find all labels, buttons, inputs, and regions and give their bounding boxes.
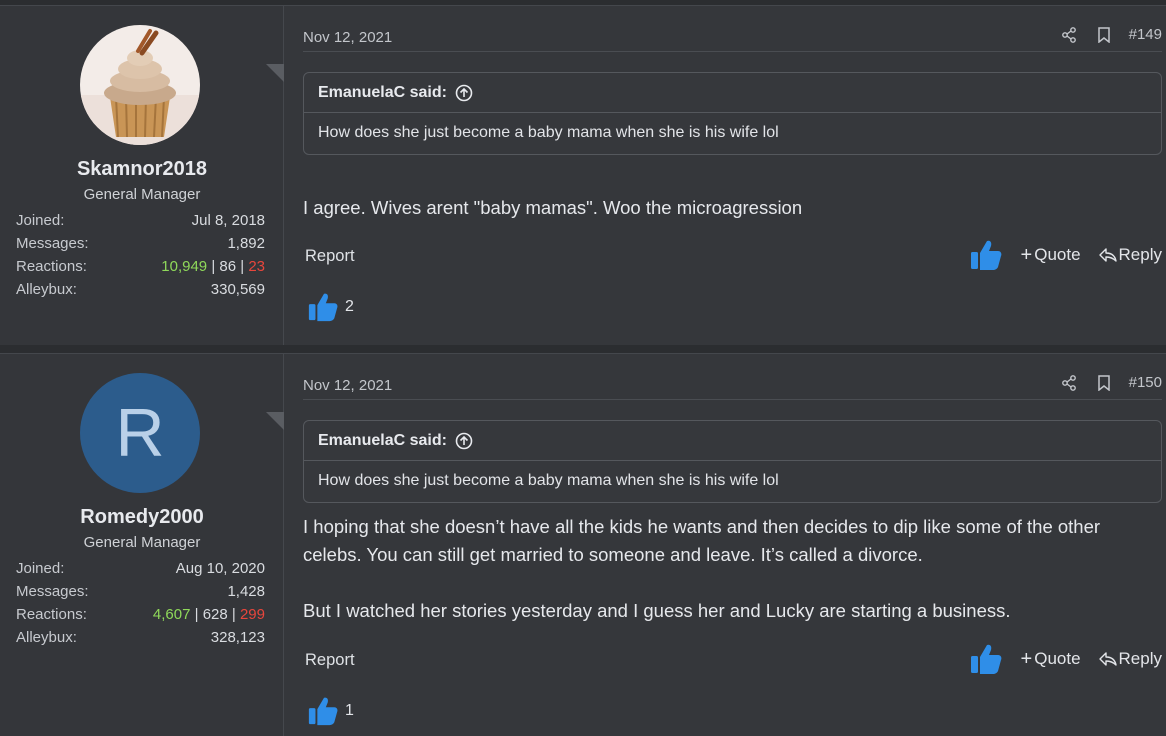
user-info-panel: R Romedy2000 General Manager Joined: Aug… [0,354,284,736]
like-reaction-icon [308,293,338,322]
stat-value: Aug 10, 2020 [175,560,265,577]
quote-header: EmanuelaC said: [304,421,1161,461]
reply-label: Reply [1118,245,1162,264]
post-paragraph: I agree. Wives arent "baby mamas". Woo t… [303,197,803,218]
post-pointer-arrow [266,412,284,430]
quote-author[interactable]: EmanuelaC said: [318,421,447,461]
quote-block: EmanuelaC said: How does she just become… [303,72,1162,155]
post-number[interactable]: #149 [1129,26,1162,43]
stat-value: 328,123 [210,629,265,646]
reaction-count: 1 [345,702,354,719]
post-149: Skamnor2018 General Manager Joined: Jul … [0,5,1166,345]
user-stats: Joined: Jul 8, 2018 Messages: 1,892 Reac… [16,212,265,304]
avatar[interactable] [80,25,200,145]
quote-label: Quote [1034,649,1081,668]
stat-label: Alleybux: [16,629,77,646]
stat-messages: Messages: 1,428 [16,583,265,606]
avatar[interactable]: R [80,373,200,493]
post-date[interactable]: Nov 12, 2021 [303,377,392,394]
reply-icon [1098,248,1117,262]
quote-text: How does she just become a baby mama whe… [318,124,779,141]
arrow-up-circle-icon[interactable] [455,432,473,450]
share-icon[interactable] [1061,374,1077,391]
divider [303,51,1162,52]
stat-label: Reactions: [16,258,87,275]
like-reaction-icon [308,697,338,726]
quote-text: How does she just become a baby mama whe… [318,472,779,489]
quote-button[interactable]: + Quote [1021,649,1081,669]
post-actions: + Quote Reply [969,642,1162,676]
stat-label: Joined: [16,560,65,577]
post-date[interactable]: Nov 12, 2021 [303,29,392,46]
quote-label: Quote [1034,245,1081,264]
post-pointer-arrow [266,64,284,82]
stat-value: Jul 8, 2018 [191,212,265,229]
stat-joined: Joined: Aug 10, 2020 [16,560,265,583]
user-title: General Manager [83,186,201,203]
stat-joined: Joined: Jul 8, 2018 [16,212,265,235]
user-info-panel: Skamnor2018 General Manager Joined: Jul … [0,6,284,345]
divider [303,399,1162,400]
reactions-neutral: 86 [219,258,237,275]
post-actions: + Quote Reply [969,238,1162,272]
like-icon[interactable] [969,642,1003,676]
stat-label: Messages: [16,235,89,252]
reactions-bar[interactable]: 1 [307,695,354,727]
stat-alleybux: Alleybux: 328,123 [16,629,265,652]
username[interactable]: Skamnor2018 [0,158,284,181]
reactions-neutral: 628 [202,606,228,623]
stat-value: 1,892 [227,235,265,252]
stat-reactions: Reactions: 4,607 | 628 | 299 [16,606,265,629]
stat-label: Joined: [16,212,65,229]
stat-label: Alleybux: [16,281,77,298]
post-paragraph: But I watched her stories yesterday and … [303,600,1011,621]
post-150: R Romedy2000 General Manager Joined: Aug… [0,353,1166,736]
stat-value: 330,569 [210,281,265,298]
reactions-positive: 10,949 [161,258,208,275]
reply-icon [1098,652,1117,666]
post-number[interactable]: #150 [1129,374,1162,391]
stat-value: 10,949 | 86 | 23 [161,258,265,275]
report-link[interactable]: Report [305,651,355,670]
stat-reactions: Reactions: 10,949 | 86 | 23 [16,258,265,281]
reaction-count: 2 [345,298,354,315]
stat-value: 4,607 | 628 | 299 [152,606,265,623]
quote-author[interactable]: EmanuelaC said: [318,73,447,113]
post-tools: #150 [1061,374,1162,391]
post-content: Nov 12, 2021 #150 EmanuelaC said: How do… [303,354,1162,736]
quote-button[interactable]: + Quote [1021,245,1081,265]
quote-block: EmanuelaC said: How does she just become… [303,420,1162,503]
bookmark-icon[interactable] [1097,374,1111,391]
like-icon[interactable] [969,238,1003,272]
username[interactable]: Romedy2000 [0,506,284,529]
user-title: General Manager [83,534,201,551]
stat-alleybux: Alleybux: 330,569 [16,281,265,304]
share-icon[interactable] [1061,26,1077,43]
post-body: I hoping that she doesn’t have all the k… [303,513,1122,653]
bookmark-icon[interactable] [1097,26,1111,43]
reactions-negative: 299 [239,606,265,623]
arrow-up-circle-icon[interactable] [455,84,473,102]
reactions-positive: 4,607 [152,606,191,623]
post-tools: #149 [1061,26,1162,43]
post-separator [0,345,1166,353]
stat-value: 1,428 [227,583,265,600]
post-paragraph: I hoping that she doesn’t have all the k… [303,516,1101,565]
post-content: Nov 12, 2021 #149 EmanuelaC said: How do… [303,6,1162,345]
report-link[interactable]: Report [305,247,355,266]
cupcake-avatar-icon [80,25,200,145]
reply-button[interactable]: Reply [1098,245,1162,265]
plus-icon: + [1020,647,1033,670]
stat-label: Reactions: [16,606,87,623]
reply-button[interactable]: Reply [1098,649,1162,669]
plus-icon: + [1020,243,1033,266]
stat-messages: Messages: 1,892 [16,235,265,258]
reply-label: Reply [1118,649,1162,668]
stat-label: Messages: [16,583,89,600]
quote-header: EmanuelaC said: [304,73,1161,113]
user-stats: Joined: Aug 10, 2020 Messages: 1,428 Rea… [16,560,265,652]
reactions-bar[interactable]: 2 [307,291,354,323]
reactions-negative: 23 [248,258,265,275]
